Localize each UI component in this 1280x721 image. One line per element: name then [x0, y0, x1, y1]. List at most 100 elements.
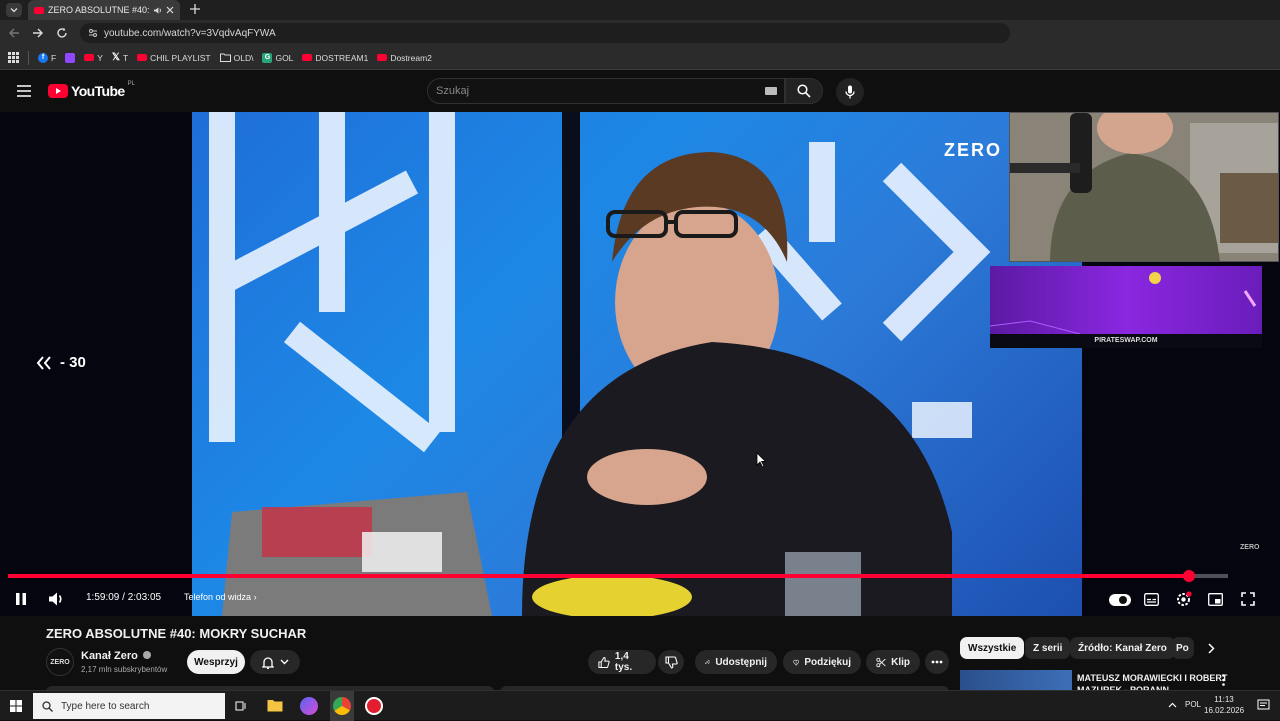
chapter-button[interactable]: Telefon od widza ›	[184, 592, 257, 602]
bookmark-label: GOL	[275, 52, 294, 63]
address-bar: youtube.com/watch?v=3VqdvAqFYWA	[0, 20, 1280, 46]
bookmark-twitch[interactable]	[65, 52, 76, 63]
speaker-icon[interactable]	[153, 6, 162, 15]
volume-icon[interactable]	[48, 591, 65, 607]
bookmark-dostream2[interactable]: Dostream2	[377, 53, 432, 63]
pause-icon[interactable]	[15, 592, 27, 606]
chip-source[interactable]: Źródło: Kanał Zero	[1070, 637, 1175, 659]
progress-bar[interactable]	[8, 570, 1228, 582]
bookmark-old[interactable]: OLD\	[219, 52, 254, 63]
watermark-logo: ZERO	[1240, 544, 1260, 551]
reload-icon[interactable]	[56, 27, 68, 39]
channel-overlay-logo: ZERO	[944, 140, 1003, 160]
system-clock[interactable]: 11:13 16.02.2026	[1204, 694, 1244, 716]
bookmark-dostream1[interactable]: DOSTREAM1	[302, 53, 368, 63]
channel-avatar[interactable]: ZERO	[46, 648, 74, 676]
close-icon[interactable]	[166, 6, 174, 14]
chevron-right-icon[interactable]	[1207, 643, 1215, 654]
video-title: ZERO ABSOLUTNE #40: MOKRY SUCHAR	[46, 626, 307, 641]
country-code: PL	[127, 81, 135, 87]
windows-taskbar: Type here to search POL 11:13 16.02.2026	[0, 690, 1280, 721]
menu-icon[interactable]	[17, 85, 31, 97]
input-language[interactable]: POL	[1185, 700, 1201, 709]
bookmark-label: Dostream2	[390, 52, 432, 63]
tab-search-icon[interactable]	[6, 3, 22, 17]
time-separator: /	[119, 592, 128, 603]
chevron-up-icon[interactable]	[1168, 702, 1177, 708]
taskbar-active-app[interactable]	[330, 691, 354, 721]
chip-all[interactable]: Wszystkie	[960, 637, 1025, 659]
more-vertical-icon[interactable]	[1222, 674, 1225, 686]
taskbar-search-input[interactable]: Type here to search	[33, 693, 225, 719]
app-icon[interactable]	[365, 697, 383, 715]
twitch-icon	[65, 52, 76, 63]
browser-tab-active[interactable]: ZERO ABSOLUTNE #40: MO	[28, 0, 180, 20]
player-controls: 1:59:09 / 2:03:05 Telefon od widza ›	[0, 584, 1280, 616]
share-button[interactable]: Udostępnij	[695, 650, 777, 674]
youtube-icon	[34, 6, 44, 14]
apps-grid-icon[interactable]	[8, 52, 19, 63]
task-view-icon[interactable]	[235, 700, 247, 712]
recommended-title[interactable]: MATEUSZ MORAWIECKI I ROBERT MAZUREK - PO…	[1077, 672, 1232, 690]
search-input[interactable]: Szukaj	[427, 78, 785, 104]
recommended-video[interactable]: MATEUSZ MORAWIECKI I ROBERT MAZUREK - PO…	[960, 670, 1270, 690]
bookmark-label: CHIL PLAYLIST	[150, 52, 211, 63]
seek-back-label: - 30	[60, 354, 86, 371]
recommended-thumbnail[interactable]	[960, 670, 1072, 690]
dislike-button[interactable]	[658, 650, 684, 674]
subtitles-icon[interactable]	[1144, 593, 1159, 606]
search-button[interactable]	[785, 78, 823, 104]
bookmark-y[interactable]: Y	[84, 53, 103, 63]
channel-name-link[interactable]: Kanał Zero	[81, 650, 151, 662]
youtube-icon	[377, 54, 388, 61]
notifications-button[interactable]	[250, 650, 300, 674]
youtube-icon	[137, 54, 148, 61]
bookmark-label: DOSTREAM1	[315, 52, 369, 63]
youtube-logo[interactable]: YouTube PL	[48, 81, 135, 99]
forward-arrow-icon[interactable]	[32, 27, 44, 39]
url-field[interactable]: youtube.com/watch?v=3VqdvAqFYWA	[80, 23, 1010, 43]
clip-button[interactable]: Klip	[866, 650, 920, 674]
clip-label: Klip	[891, 656, 910, 668]
youtube-icon	[84, 54, 95, 61]
support-button[interactable]: Wesprzyj	[187, 650, 245, 674]
chip-more[interactable]: Po	[1172, 637, 1194, 659]
new-tab-button[interactable]	[189, 2, 201, 16]
video-player[interactable]: ZERO PIRATESWAP.COM - 30 ZERO 1:59:09 / …	[0, 112, 1280, 616]
settings-gear-icon[interactable]	[1175, 591, 1192, 608]
app-icon[interactable]	[300, 697, 318, 715]
bookmark-label: OLD\	[233, 52, 254, 63]
file-explorer-icon[interactable]	[267, 699, 283, 712]
bell-icon	[261, 656, 274, 669]
back-arrow-icon[interactable]	[8, 27, 20, 39]
keyboard-icon[interactable]	[765, 87, 777, 95]
clock-time: 11:13	[1214, 695, 1234, 704]
share-icon	[705, 659, 711, 665]
microphone-icon	[845, 85, 855, 99]
like-button[interactable]: 1,4 tys.	[588, 650, 656, 674]
windows-start-icon[interactable]	[10, 700, 22, 712]
tab-title: ZERO ABSOLUTNE #40: MO	[48, 5, 149, 15]
miniplayer-icon[interactable]	[1208, 593, 1223, 606]
chip-series[interactable]: Z serii	[1025, 637, 1071, 659]
scrubber-handle[interactable]	[1182, 570, 1195, 582]
search-placeholder: Szukaj	[436, 85, 470, 97]
bookmark-chil-playlist[interactable]: CHIL PLAYLIST	[137, 52, 211, 63]
more-actions-button[interactable]	[925, 650, 949, 674]
thanks-button[interactable]: Podziękuj	[783, 650, 861, 674]
fullscreen-icon[interactable]	[1241, 592, 1255, 606]
logo-text: YouTube	[71, 83, 125, 99]
video-scene	[209, 112, 991, 616]
seek-back-indicator: - 30	[36, 354, 86, 371]
bookmark-gol[interactable]: G GOL	[262, 52, 294, 63]
like-count: 1,4 tys.	[614, 651, 633, 673]
notification-icon[interactable]	[1257, 699, 1270, 712]
site-info-icon[interactable]	[88, 28, 98, 38]
bookmark-t[interactable]: 𝕏 T	[112, 52, 128, 63]
voice-search-button[interactable]	[836, 78, 864, 106]
bookmark-f[interactable]: f F	[38, 52, 56, 63]
sponsor-banner-text: PIRATESWAP.COM	[990, 334, 1262, 348]
autoplay-toggle[interactable]	[1109, 594, 1131, 606]
video-frame[interactable]: ZERO	[192, 112, 1082, 616]
chrome-icon	[333, 697, 351, 715]
